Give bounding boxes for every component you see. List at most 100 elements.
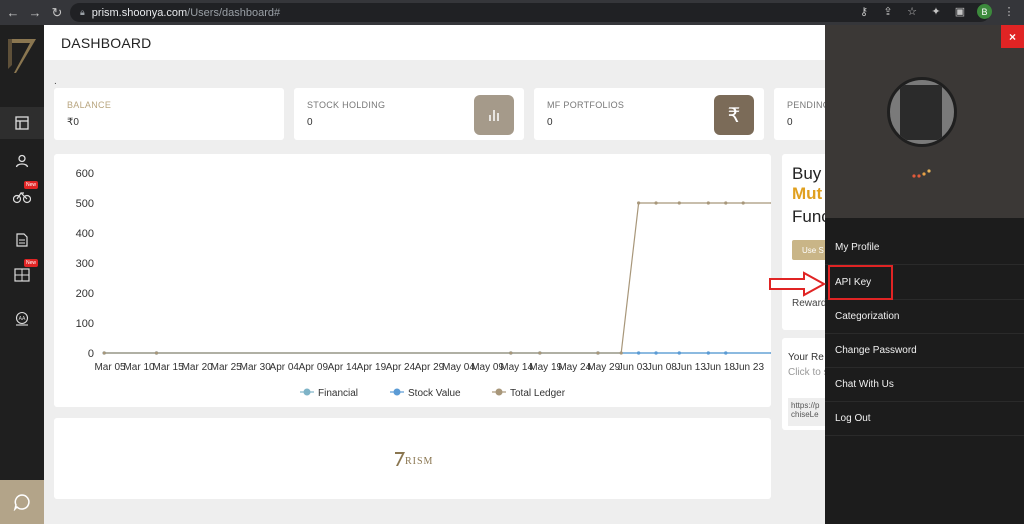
- rupee-icon: ₹: [714, 95, 754, 135]
- data-point: [596, 351, 600, 355]
- legend-marker: [303, 388, 311, 396]
- prism-wordmark: RISM: [395, 451, 433, 467]
- calculator-icon: [14, 268, 30, 282]
- data-point: [538, 351, 542, 355]
- document-icon: [16, 233, 28, 247]
- legend-marker: [495, 388, 503, 396]
- series-line-total-ledger: [104, 202, 773, 354]
- user-avatar: [887, 77, 957, 147]
- dashboard-icon: [15, 116, 29, 130]
- logo-panel: RISM: [54, 418, 771, 499]
- x-tick-label: Jun 08: [647, 362, 677, 373]
- data-point: [637, 351, 641, 355]
- chart-panel: 0 100 200 300 400 500 600 Mar 05 Mar 10 Mar 15 Mar…: [54, 154, 774, 407]
- sidebar-item-aa[interactable]: AA: [0, 303, 44, 335]
- prism-logo[interactable]: [6, 35, 38, 75]
- stock-holding-card[interactable]: STOCK HOLDING 0: [294, 88, 524, 140]
- promo-line-3: Func: [792, 207, 825, 226]
- reload-icon[interactable]: ↻: [48, 4, 66, 22]
- referral-link: https://p: [791, 401, 820, 410]
- left-sidebar: New New AA: [0, 25, 44, 524]
- share-icon[interactable]: ⇪: [881, 5, 895, 18]
- balance-card[interactable]: BALANCE ₹0: [54, 88, 284, 140]
- x-tick-label: Jun 13: [676, 362, 706, 373]
- sidebar-item-documents[interactable]: [0, 224, 44, 256]
- profile-avatar[interactable]: B: [977, 4, 992, 19]
- account-aggregator-icon: AA: [15, 311, 29, 326]
- x-tick-label: Mar 15: [153, 362, 185, 373]
- promo-button[interactable]: Use S: [792, 240, 825, 260]
- page-header: DASHBOARD: [44, 25, 825, 60]
- y-tick-label: 0: [88, 348, 94, 360]
- new-badge: New: [23, 181, 38, 189]
- key-icon[interactable]: ⚷: [857, 5, 871, 18]
- data-point: [154, 351, 159, 355]
- x-tick-label: Jun 18: [705, 362, 735, 373]
- y-tick-label: 400: [76, 228, 94, 240]
- star-icon[interactable]: ☆: [905, 5, 919, 18]
- data-point: [102, 351, 106, 355]
- back-icon[interactable]: ←: [4, 4, 22, 22]
- data-point: [619, 351, 623, 355]
- card-label: STOCK HOLDING: [307, 100, 386, 110]
- data-point: [677, 351, 681, 355]
- data-point: [637, 201, 641, 205]
- y-tick-label: 200: [76, 288, 94, 300]
- x-tick-label: Apr 19: [357, 362, 387, 373]
- y-tick-label: 600: [76, 168, 94, 180]
- more-menu-icon[interactable]: ⋮: [1002, 5, 1016, 18]
- promo-panel: Buy Mut Func Use S Reward: [782, 154, 825, 330]
- promo-line-1: Buy: [792, 164, 822, 183]
- data-point: [724, 351, 728, 355]
- x-tick-label: Mar 10: [123, 362, 155, 373]
- browser-toolbar: ← → ↻ 🔒︎ prism.shoonya.com /Users/dashbo…: [0, 0, 1024, 25]
- forward-icon[interactable]: →: [26, 4, 44, 22]
- data-point: [677, 201, 681, 205]
- x-tick-label: May 29: [587, 362, 620, 373]
- annotation-highlight: [828, 265, 893, 300]
- address-bar[interactable]: 🔒︎ prism.shoonya.com /Users/dashboard#: [70, 3, 990, 22]
- legend-label: Financial: [318, 388, 358, 399]
- x-tick-label: Mar 20: [182, 362, 214, 373]
- referral-title: Your Re: [788, 352, 824, 363]
- url-path: /Users/dashboard#: [187, 6, 281, 19]
- pending-card[interactable]: PENDING 0: [774, 88, 830, 140]
- data-point: [654, 201, 658, 205]
- card-label: BALANCE: [67, 100, 112, 110]
- close-button[interactable]: ×: [1001, 25, 1024, 48]
- url-host: prism.shoonya.com: [91, 6, 188, 19]
- mf-portfolios-card[interactable]: MF PORTFOLIOS 0 ₹: [534, 88, 764, 140]
- x-tick-label: Apr 04: [270, 362, 300, 373]
- referral-hint: Click to s: [788, 367, 825, 378]
- page-title: DASHBOARD: [61, 35, 152, 51]
- x-tick-label: Apr 24: [386, 362, 416, 373]
- lock-icon: 🔒︎: [80, 7, 85, 17]
- data-point: [741, 201, 745, 205]
- card-value: 0: [307, 117, 313, 128]
- bar-chart-icon: [474, 95, 514, 135]
- chat-button[interactable]: [0, 480, 44, 524]
- menu-item-change-password[interactable]: Change Password: [825, 334, 1024, 368]
- menu-item-categorization[interactable]: Categorization: [825, 300, 1024, 334]
- menu-item-log-out[interactable]: Log Out: [825, 402, 1024, 436]
- card-value: 0: [787, 117, 793, 128]
- data-point: [509, 351, 513, 355]
- menu-item-chat-with-us[interactable]: Chat With Us: [825, 368, 1024, 402]
- sidebar-item-bikes[interactable]: New: [0, 181, 44, 213]
- sidepanel-icon[interactable]: ▣: [953, 5, 967, 18]
- extensions-icon[interactable]: ✦: [929, 5, 943, 18]
- y-tick-label: 300: [76, 258, 94, 270]
- sidebar-item-profile[interactable]: [0, 145, 44, 177]
- legend-label: Total Ledger: [510, 388, 566, 399]
- x-tick-label: Mar 25: [211, 362, 243, 373]
- sidebar-item-calculator[interactable]: New: [0, 259, 44, 291]
- promo-line-2: Mut: [792, 184, 823, 203]
- data-point: [654, 351, 658, 355]
- menu-item-my-profile[interactable]: My Profile: [825, 231, 1024, 265]
- sidebar-item-dashboard[interactable]: [0, 107, 44, 139]
- referral-link-box[interactable]: https://p chiseLe: [788, 398, 825, 426]
- y-tick-label: 100: [76, 318, 94, 330]
- x-tick-label: Mar 05: [94, 362, 126, 373]
- card-label: PENDING: [787, 100, 831, 110]
- card-value: ₹0: [67, 117, 79, 128]
